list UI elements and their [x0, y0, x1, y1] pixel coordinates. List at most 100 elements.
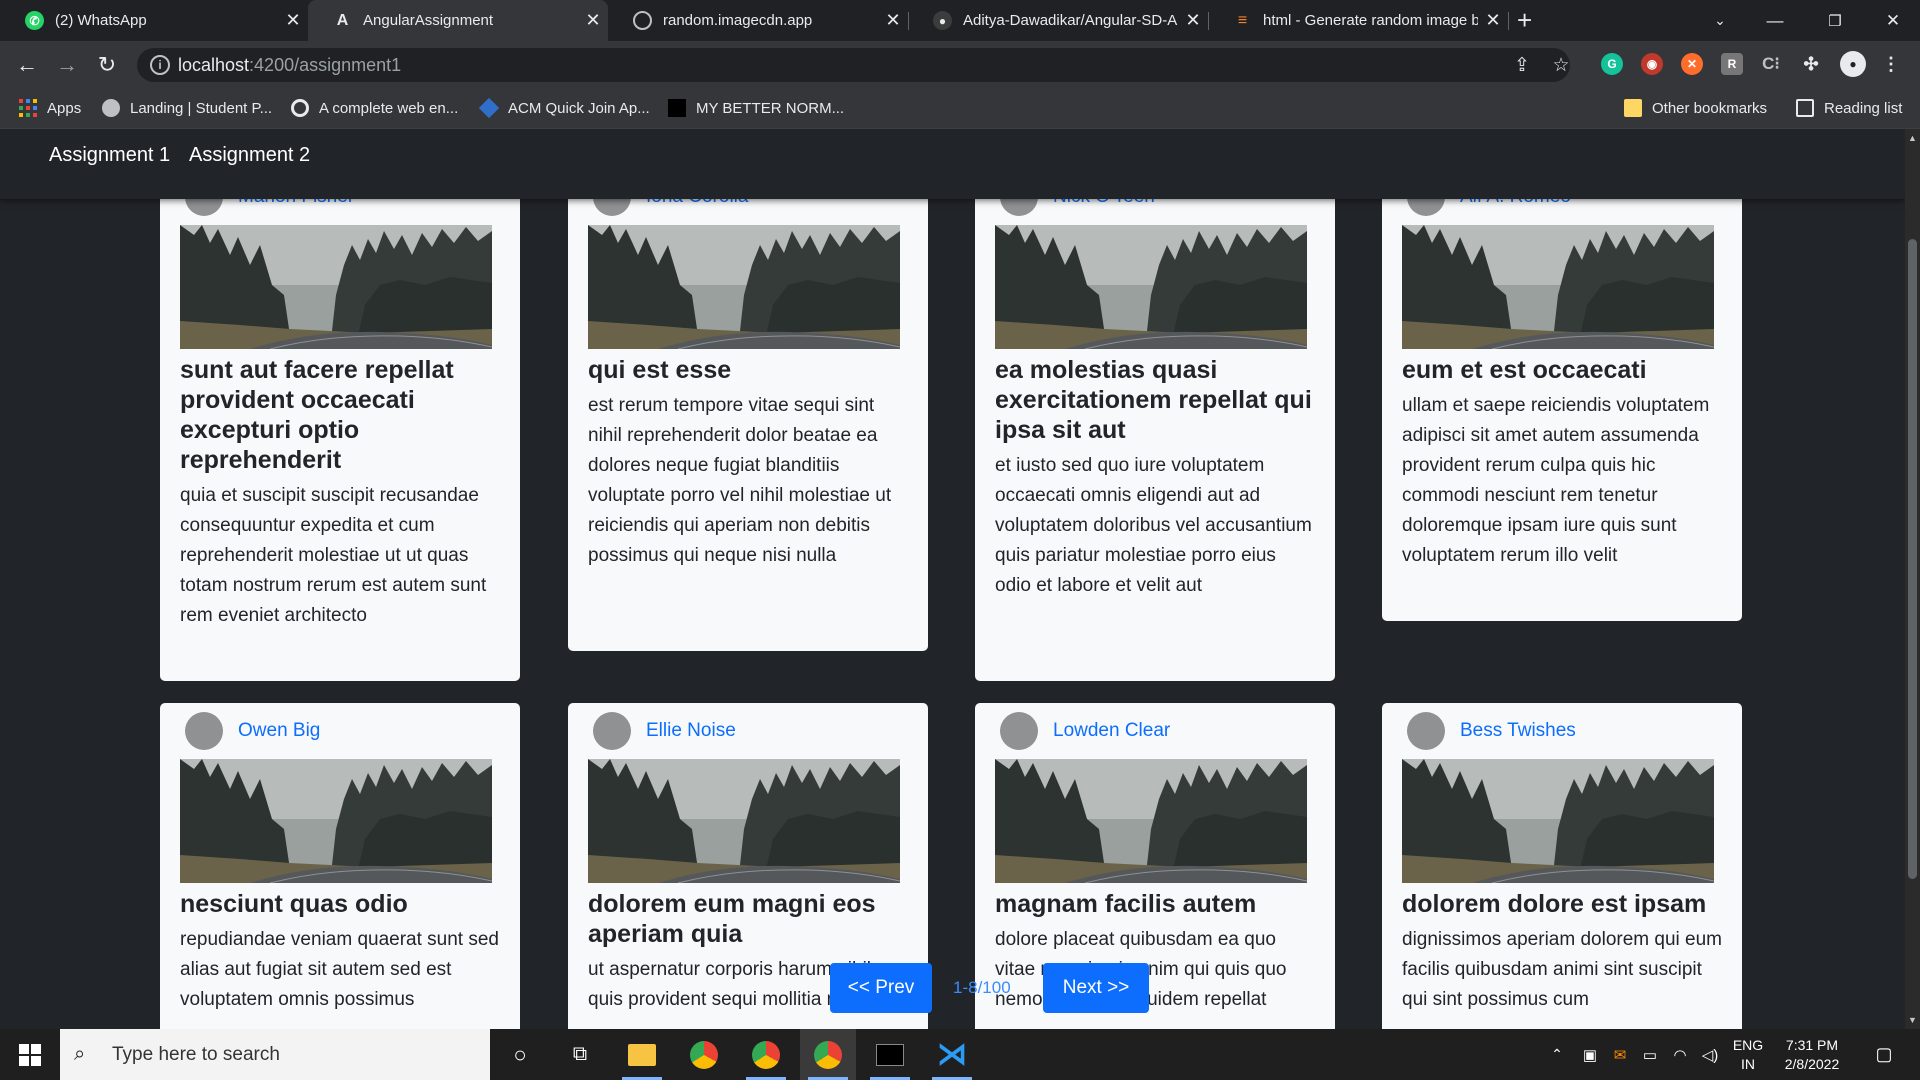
- apps-grid-icon: [19, 99, 37, 117]
- bookmark-label: Apps: [47, 99, 82, 117]
- back-button[interactable]: ←: [12, 50, 42, 80]
- post-body: quia et suscipit suscipit recusandae con…: [180, 485, 487, 626]
- prev-button[interactable]: << Prev: [830, 963, 932, 1013]
- restore-button[interactable]: ❐: [1805, 0, 1865, 41]
- close-icon[interactable]: ✕: [1478, 10, 1508, 31]
- post-image: [588, 759, 900, 883]
- cortana-icon[interactable]: ○: [492, 1029, 548, 1080]
- bookmark-landing-student[interactable]: Landing | Student P...: [102, 96, 272, 120]
- extension-icon[interactable]: ✕: [1681, 53, 1703, 75]
- close-icon[interactable]: ✕: [278, 10, 308, 31]
- tab-title: random.imagecdn.app: [663, 12, 813, 29]
- tab-angular-assignment[interactable]: A AngularAssignment ✕: [308, 0, 608, 41]
- forward-button[interactable]: →: [52, 50, 82, 80]
- other-bookmarks-label: Other bookmarks: [1652, 99, 1768, 117]
- tab-whatsapp[interactable]: ✆ (2) WhatsApp ✕: [0, 0, 309, 41]
- bookmark-apps[interactable]: Apps: [19, 96, 81, 120]
- post-title: qui est esse: [588, 356, 732, 384]
- action-center-icon[interactable]: ▢: [1864, 1029, 1904, 1080]
- close-icon[interactable]: ✕: [578, 10, 608, 31]
- new-tab-button[interactable]: +: [1517, 5, 1532, 36]
- post-image: [180, 759, 492, 883]
- language-indicator[interactable]: ENG IN: [1730, 1029, 1766, 1080]
- page-scrollbar[interactable]: ▲ ▼: [1905, 129, 1920, 1029]
- clock[interactable]: 7:31 PM 2/8/2022: [1772, 1029, 1852, 1080]
- bookmark-label: Landing | Student P...: [130, 99, 273, 117]
- show-hidden-icons-chevron-icon[interactable]: ⌃: [1545, 1029, 1569, 1080]
- post-image: [1402, 759, 1714, 883]
- github-icon: ●: [933, 11, 952, 30]
- taskbar-search-box[interactable]: ⌕ Type here to search: [60, 1029, 490, 1080]
- vscode-icon[interactable]: ⋊: [924, 1029, 980, 1080]
- file-explorer-icon[interactable]: [614, 1029, 670, 1080]
- author-link[interactable]: Bess Twishes: [1460, 720, 1576, 742]
- windows-start-button[interactable]: [2, 1029, 58, 1080]
- post-image: [588, 225, 900, 349]
- reading-list[interactable]: Reading list: [1796, 96, 1902, 120]
- bookmark-my-better-norm[interactable]: MY BETTER NORM...: [668, 96, 844, 120]
- post-body: ullam et saepe reiciendis voluptatem adi…: [1402, 395, 1710, 566]
- avatar: [1407, 712, 1445, 750]
- tab-imagecdn[interactable]: random.imagecdn.app ✕: [608, 0, 909, 41]
- close-icon[interactable]: ✕: [878, 10, 908, 31]
- terminal-icon[interactable]: [862, 1029, 918, 1080]
- bookmark-favicon-icon: [291, 99, 309, 117]
- tab-github[interactable]: ● Aditya-Dawadikar/Angular-SD-A ✕: [908, 0, 1209, 41]
- next-button[interactable]: Next >>: [1043, 963, 1149, 1013]
- author-link[interactable]: Lowden Clear: [1053, 720, 1170, 742]
- chrome-logo-icon: [690, 1040, 718, 1069]
- post-image: [995, 225, 1307, 349]
- close-icon[interactable]: ✕: [1178, 10, 1208, 31]
- info-icon[interactable]: i: [150, 55, 170, 75]
- browser-tab-strip: ✆ (2) WhatsApp ✕ A AngularAssignment ✕ r…: [0, 0, 1920, 41]
- author-link[interactable]: Ellie Noise: [646, 720, 736, 742]
- volume-icon[interactable]: ◁): [1698, 1029, 1722, 1080]
- bookmark-web-engine[interactable]: A complete web en...: [291, 96, 458, 120]
- page-info: 1-8/100: [953, 978, 1011, 997]
- device-icon[interactable]: ▣: [1578, 1029, 1602, 1080]
- tab-stackoverflow[interactable]: ≡ html - Generate random image b ✕: [1208, 0, 1509, 41]
- clock-date: 2/8/2022: [1784, 1055, 1840, 1072]
- reload-button[interactable]: ↻: [92, 50, 122, 80]
- whatsapp-icon: ✆: [25, 11, 44, 30]
- scroll-down-arrow-icon[interactable]: ▼: [1905, 1015, 1920, 1025]
- scrollbar-thumb[interactable]: [1908, 239, 1917, 879]
- post-card: Bess Twishes dolorem dolore est ipsam di…: [1382, 703, 1742, 1029]
- extension-icon[interactable]: R: [1721, 53, 1743, 75]
- extension-icon[interactable]: ◉: [1641, 53, 1663, 75]
- share-icon[interactable]: ⇪: [1511, 54, 1533, 76]
- bookmark-favicon-icon: [102, 99, 120, 117]
- extension-icon[interactable]: C⁝: [1760, 53, 1782, 75]
- post-title: ea molestias quasi exercitationem repell…: [995, 356, 1312, 444]
- bookmark-star-icon[interactable]: ☆: [1550, 54, 1572, 76]
- nav-link-assignment-2[interactable]: Assignment 2: [189, 144, 310, 167]
- windows-taskbar: ⌕ Type here to search ○ ⧉ ⋊ ⌃ ▣ ✉ ▭ ◠ ◁)…: [0, 1029, 1920, 1080]
- battery-icon[interactable]: ▭: [1638, 1029, 1662, 1080]
- other-bookmarks[interactable]: Other bookmarks: [1624, 96, 1767, 120]
- url-text[interactable]: localhost:4200/assignment1: [178, 55, 401, 76]
- scroll-up-arrow-icon[interactable]: ▲: [1905, 133, 1920, 143]
- chrome-icon[interactable]: [676, 1029, 732, 1080]
- close-window-button[interactable]: ✕: [1863, 0, 1920, 41]
- chrome-profile-icon[interactable]: [738, 1029, 794, 1080]
- card-header: Ellie Noise: [588, 703, 908, 759]
- puzzle-icon[interactable]: ✣: [1800, 53, 1822, 75]
- post-card: Marlon Fisher sunt aut facere repellat p…: [160, 169, 520, 681]
- grammarly-extension-icon[interactable]: G: [1601, 53, 1623, 75]
- post-card: Iona Corolla qui est esse est rerum temp…: [568, 169, 928, 651]
- post-body: dignissimos aperiam dolorem qui eum faci…: [1402, 929, 1722, 1010]
- profile-avatar[interactable]: ●: [1840, 51, 1866, 77]
- notification-app-icon[interactable]: ✉: [1608, 1029, 1632, 1080]
- menu-kebab-icon[interactable]: ⋮: [1880, 53, 1902, 75]
- nav-link-assignment-1[interactable]: Assignment 1: [49, 144, 170, 167]
- minimize-button[interactable]: —: [1745, 0, 1805, 41]
- page-viewport: Assignment 1 Assignment 2 Marlon Fisher …: [0, 129, 1905, 1029]
- post-body: repudiandae veniam quaerat sunt sed alia…: [180, 929, 500, 1010]
- bookmark-acm-quick-join[interactable]: ACM Quick Join Ap...: [478, 96, 650, 120]
- chrome-active-icon[interactable]: [800, 1029, 856, 1080]
- wifi-icon[interactable]: ◠: [1668, 1029, 1692, 1080]
- tab-search-chevron-icon[interactable]: ⌄: [1690, 0, 1750, 41]
- windows-logo-icon: [19, 1043, 41, 1066]
- task-view-icon[interactable]: ⧉: [552, 1029, 608, 1080]
- author-link[interactable]: Owen Big: [238, 720, 320, 742]
